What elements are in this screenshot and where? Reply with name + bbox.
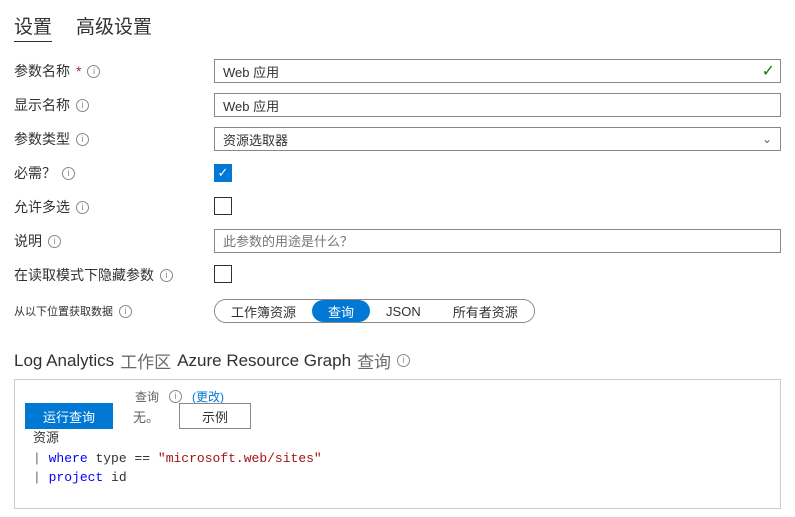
code-kw-where: where bbox=[49, 451, 88, 466]
param-type-value: 资源选取器 bbox=[223, 130, 288, 149]
section-mid2: Azure Resource Graph bbox=[177, 351, 351, 371]
pill-workbook-resources[interactable]: 工作簿资源 bbox=[215, 300, 312, 322]
label-required-text: 必需？ bbox=[14, 163, 56, 183]
pill-json[interactable]: JSON bbox=[370, 300, 437, 322]
description-input[interactable] bbox=[214, 229, 781, 253]
code-field-id: id bbox=[111, 470, 127, 485]
label-description-text: 说明 bbox=[14, 231, 42, 251]
label-display-name: 显示名称 i bbox=[14, 95, 214, 115]
label-allow-multi-text: 允许多选 bbox=[14, 197, 70, 217]
section-mid1: 工作区 bbox=[120, 348, 171, 373]
code-kw-project: project bbox=[49, 470, 104, 485]
query-panel: 查询 i (更改) 运行查询 无。 示例 资源 | where type == … bbox=[14, 379, 781, 509]
info-icon[interactable]: i bbox=[169, 390, 182, 403]
info-icon[interactable]: i bbox=[76, 133, 89, 146]
required-asterisk: * bbox=[76, 63, 81, 79]
data-source-pills: 工作簿资源 查询 JSON 所有者资源 bbox=[214, 299, 535, 323]
label-hide-in-read: 在读取模式下隐藏参数 i bbox=[14, 265, 214, 285]
label-data-source: 从以下位置获取数据 i bbox=[14, 303, 214, 319]
required-checkbox[interactable]: ✓ bbox=[214, 164, 232, 182]
pill-query[interactable]: 查询 bbox=[312, 300, 370, 322]
query-section-title: Log Analytics 工作区 Azure Resource Graph 查… bbox=[14, 348, 781, 373]
allow-multi-checkbox[interactable] bbox=[214, 197, 232, 215]
hide-in-read-checkbox[interactable] bbox=[214, 265, 232, 283]
label-required: 必需？ i bbox=[14, 163, 214, 183]
code-field-type: type bbox=[95, 451, 126, 466]
label-description: 说明 i bbox=[14, 231, 214, 251]
code-pipe: | bbox=[33, 451, 41, 466]
info-icon[interactable]: i bbox=[76, 99, 89, 112]
info-icon[interactable]: i bbox=[119, 305, 132, 318]
query-label: 查询 bbox=[135, 388, 159, 405]
code-line-resources: 资源 bbox=[33, 431, 59, 446]
info-icon[interactable]: i bbox=[397, 354, 410, 367]
chevron-down-icon: ⌄ bbox=[762, 132, 772, 146]
info-icon[interactable]: i bbox=[76, 201, 89, 214]
param-name-input[interactable] bbox=[214, 59, 781, 83]
run-query-button[interactable]: 运行查询 bbox=[25, 403, 113, 429]
section-suffix: 查询 bbox=[357, 348, 391, 373]
info-icon[interactable]: i bbox=[62, 167, 75, 180]
pill-owner-resources[interactable]: 所有者资源 bbox=[437, 300, 534, 322]
param-type-select[interactable]: 资源选取器 ⌄ bbox=[214, 127, 781, 151]
label-hide-in-read-text: 在读取模式下隐藏参数 bbox=[14, 265, 154, 285]
info-icon[interactable]: i bbox=[87, 65, 100, 78]
code-string: "microsoft.web/sites" bbox=[158, 451, 322, 466]
display-name-input[interactable] bbox=[214, 93, 781, 117]
label-param-type-text: 参数类型 bbox=[14, 129, 70, 149]
tab-advanced-settings[interactable]: 高级设置 bbox=[76, 12, 152, 42]
tab-settings[interactable]: 设置 bbox=[14, 12, 52, 42]
code-op: == bbox=[134, 451, 150, 466]
label-data-source-text: 从以下位置获取数据 bbox=[14, 303, 113, 319]
none-text: 无。 bbox=[133, 407, 159, 426]
label-param-name: 参数名称 * i bbox=[14, 61, 214, 81]
info-icon[interactable]: i bbox=[160, 269, 173, 282]
info-icon[interactable]: i bbox=[48, 235, 61, 248]
label-allow-multi: 允许多选 i bbox=[14, 197, 214, 217]
code-pipe: | bbox=[33, 470, 41, 485]
example-button[interactable]: 示例 bbox=[179, 403, 251, 429]
section-prefix: Log Analytics bbox=[14, 351, 114, 371]
label-param-name-text: 参数名称 bbox=[14, 61, 70, 81]
label-display-name-text: 显示名称 bbox=[14, 95, 70, 115]
query-editor[interactable]: 资源 | where type == "microsoft.web/sites"… bbox=[33, 429, 770, 488]
label-param-type: 参数类型 i bbox=[14, 129, 214, 149]
